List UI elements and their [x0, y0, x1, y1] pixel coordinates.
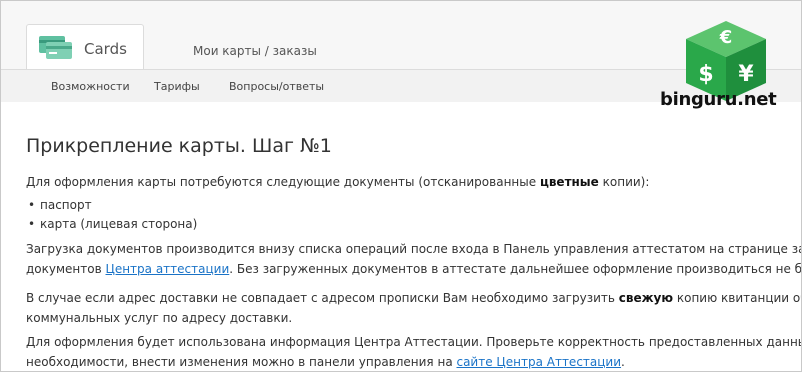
documents-intro: Для оформления карты потребуются следующ…	[26, 175, 650, 189]
subnav-item-features[interactable]: Возможности	[51, 80, 130, 93]
brand-name: Cards	[84, 40, 127, 58]
list-item: паспорт	[26, 196, 197, 215]
attestation-center-site-link[interactable]: сайте Центра Аттестации	[456, 355, 621, 369]
cards-icon	[39, 36, 72, 59]
subnav-item-tariffs[interactable]: Тарифы	[154, 80, 200, 93]
attestation-center-link[interactable]: Центра аттестации	[106, 262, 230, 276]
upload-paragraph: Загрузка документов производится внизу с…	[26, 242, 802, 276]
subnav-item-faq[interactable]: Вопросы/ответы	[229, 80, 324, 93]
my-cards-orders-link[interactable]: Мои карты / заказы	[193, 44, 317, 58]
list-item: карта (лицевая сторона)	[26, 215, 197, 234]
page-title: Прикрепление карты. Шаг №1	[26, 135, 332, 157]
bold-fresh: свежую	[618, 291, 674, 305]
document-list: паспорт карта (лицевая сторона)	[26, 196, 197, 234]
yen-symbol: ¥	[738, 62, 754, 87]
euro-symbol: €	[719, 27, 733, 48]
address-paragraph: В случае если адрес доставки не совпадае…	[26, 291, 801, 325]
page-frame: Cards Мои карты / заказы Возможности Тар…	[0, 0, 802, 372]
bold-colored: цветные	[539, 175, 599, 189]
watermark-text: binguru.net	[660, 89, 777, 110]
brand-tab[interactable]: Cards	[26, 24, 144, 71]
info-paragraph: Для оформления будет использована информ…	[26, 335, 802, 369]
dollar-symbol: $	[698, 62, 713, 87]
